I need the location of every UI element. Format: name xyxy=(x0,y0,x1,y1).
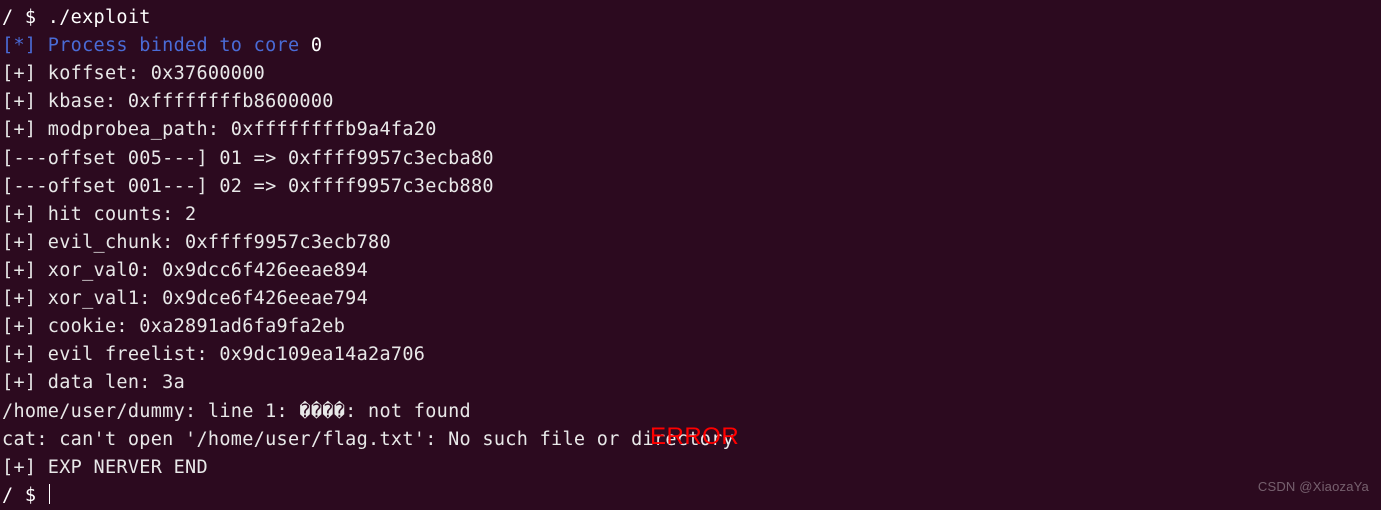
output-line: [+] cookie: 0xa2891ad6fa9fa2eb xyxy=(2,313,1379,341)
info-value: 0 xyxy=(299,35,322,56)
output-line-blue: [*] Process binded to core 0 xyxy=(2,32,1379,60)
output-line: [+] xor_val1: 0x9dce6f426eeae794 xyxy=(2,285,1379,313)
output-line: [---offset 005---] 01 => 0xffff9957c3ecb… xyxy=(2,145,1379,173)
output-line: [+] evil_chunk: 0xffff9957c3ecb780 xyxy=(2,229,1379,257)
output-line: [+] modprobea_path: 0xffffffffb9a4fa20 xyxy=(2,116,1379,144)
watermark-text: CSDN @XiaozaYa xyxy=(1258,477,1369,497)
error-overlay-text: ERROR xyxy=(650,419,739,455)
shell-prompt: / $ xyxy=(2,7,48,28)
output-line: [---offset 001---] 02 => 0xffff9957c3ecb… xyxy=(2,173,1379,201)
output-line: [+] evil freelist: 0x9dc109ea14a2a706 xyxy=(2,341,1379,369)
output-line: [+] EXP NERVER END xyxy=(2,454,1379,482)
output-line: [+] data len: 3a xyxy=(2,369,1379,397)
output-line: [+] kbase: 0xffffffffb8600000 xyxy=(2,88,1379,116)
output-line: [+] xor_val0: 0x9dcc6f426eeae894 xyxy=(2,257,1379,285)
cursor-icon xyxy=(49,484,51,504)
command-text: ./exploit xyxy=(48,7,151,28)
prompt-line: / $ ./exploit xyxy=(2,4,1379,32)
info-prefix: [*] Process binded to core xyxy=(2,35,299,56)
output-line: [+] koffset: 0x37600000 xyxy=(2,60,1379,88)
prompt-line-idle: / $ xyxy=(2,482,1379,510)
output-line: [+] hit counts: 2 xyxy=(2,201,1379,229)
